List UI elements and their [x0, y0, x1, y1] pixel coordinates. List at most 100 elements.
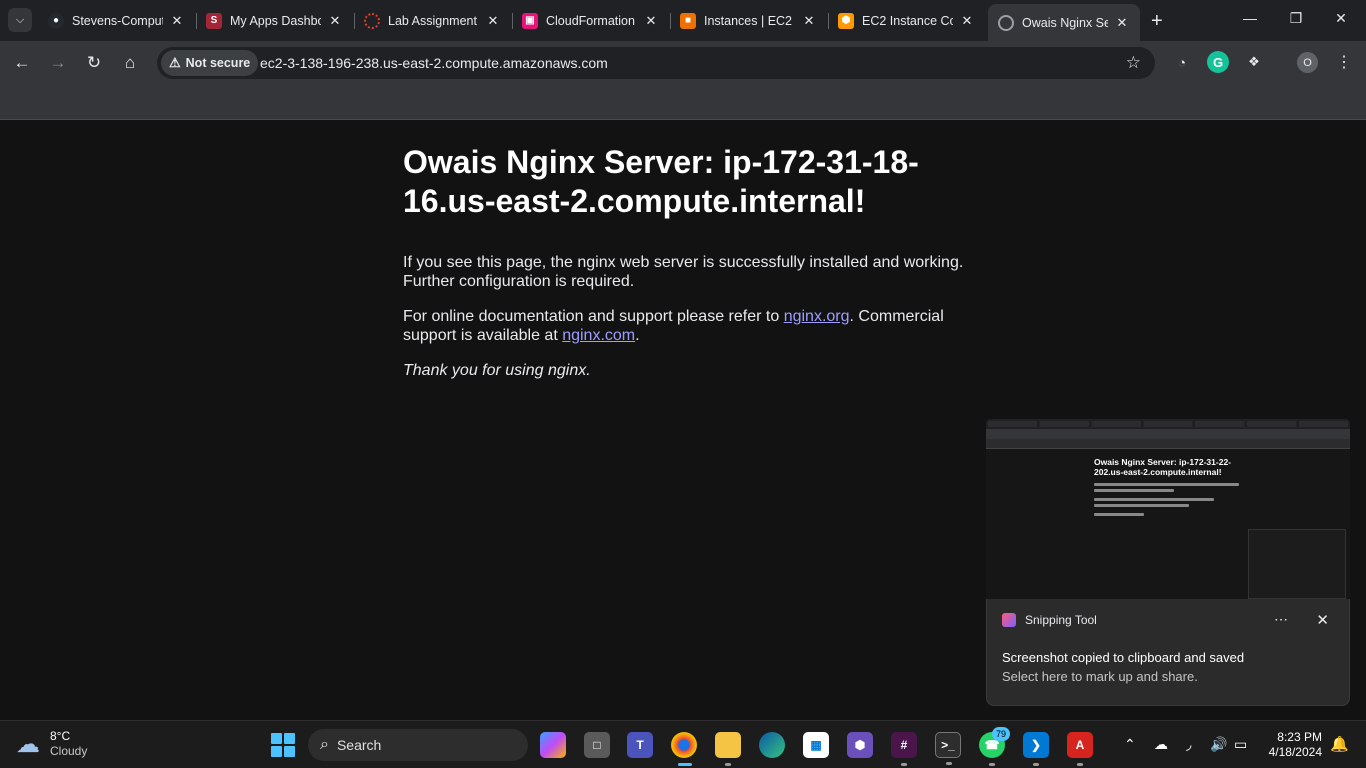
snipping-tool-toast[interactable]: Snipping Tool ⋯ ✕ Screenshot copied to c… — [986, 599, 1350, 706]
install-message: If you see this page, the nginx web serv… — [403, 254, 964, 290]
docs-text-suffix: . — [635, 327, 640, 344]
windows-start-icon[interactable] — [271, 733, 295, 757]
nginx-welcome: Owais Nginx Server: ip-172-31-18-16.us-e… — [403, 143, 973, 396]
tab-title: Stevens-Comput — [72, 13, 163, 28]
thanks-text: Thank you for using nginx. — [403, 362, 591, 379]
close-icon[interactable]: ✕ — [1114, 15, 1130, 31]
reload-button[interactable]: ↻ — [82, 51, 106, 75]
url-text[interactable]: ec2-3-138-196-238.us-east-2.compute.amaz… — [260, 55, 608, 71]
taskbar-search[interactable]: ⌕ Search — [308, 729, 528, 761]
task-view-icon[interactable]: □ — [584, 732, 610, 758]
github-icon: ● — [48, 12, 64, 29]
new-tab-button[interactable]: + — [1151, 10, 1163, 33]
preview-bookmarks — [986, 439, 1350, 449]
extensions-puzzle-icon[interactable]: ❖ — [1243, 51, 1265, 73]
tab-strip: ⌵ ● Stevens-Comput ✕ S My Apps Dashbo ✕ … — [0, 0, 1366, 41]
docs-text-prefix: For online documentation and support ple… — [403, 308, 784, 325]
preview-toolbar — [986, 429, 1350, 439]
battery-icon[interactable]: ▭ — [1234, 736, 1247, 753]
terminal-icon[interactable]: >_ — [935, 732, 961, 765]
window-close-button[interactable]: ✕ — [1331, 10, 1351, 27]
file-explorer-icon[interactable] — [715, 732, 741, 766]
wifi-icon[interactable]: ◞ — [1186, 736, 1191, 753]
nginx-com-link[interactable]: nginx.com — [562, 327, 635, 344]
docs-paragraph: For online documentation and support ple… — [403, 307, 973, 345]
onedrive-cloud-icon[interactable]: ☁ — [1154, 736, 1168, 753]
clock-time: 8:23 PM — [1277, 730, 1322, 744]
tab-ec2-instance-connect[interactable]: ⬢ EC2 Instance Co ✕ — [828, 4, 985, 37]
preview-line — [1094, 483, 1239, 486]
back-button[interactable]: ← — [10, 51, 34, 75]
browser-toolbar: ← → ↻ ⌂ ⚠ Not secure ec2-3-138-196-238.u… — [0, 41, 1366, 85]
menu-kebab-icon[interactable]: ⋮ — [1333, 51, 1355, 73]
toast-title: Screenshot copied to clipboard and saved — [1002, 650, 1245, 665]
teams-icon[interactable]: T — [627, 732, 653, 758]
preview-line — [1094, 489, 1174, 492]
more-options-icon[interactable]: ⋯ — [1274, 611, 1289, 628]
tab-title: EC2 Instance Co — [862, 13, 953, 28]
close-icon[interactable]: ✕ — [485, 13, 501, 29]
site-security-chip[interactable]: ⚠ Not secure — [161, 50, 259, 76]
grammarly-icon[interactable]: G — [1207, 51, 1229, 73]
ms-store-icon[interactable]: ▦ — [803, 732, 829, 758]
minimize-button[interactable]: — — [1240, 10, 1260, 26]
clock-date: 4/18/2024 — [1268, 745, 1322, 759]
close-icon[interactable]: ✕ — [1316, 611, 1329, 629]
volume-icon[interactable]: 🔊 — [1210, 736, 1227, 753]
security-label: Not secure — [185, 56, 251, 70]
tab-search-button[interactable]: ⌵ — [8, 8, 32, 32]
cloud-icon: ☁ — [16, 730, 40, 758]
toast-app-name: Snipping Tool — [1025, 613, 1097, 627]
tab-title: Instances | EC2 | — [704, 13, 795, 28]
page-heading: Owais Nginx Server: ip-172-31-18-16.us-e… — [403, 144, 919, 219]
tab-stevens[interactable]: ● Stevens-Comput ✕ — [38, 4, 195, 37]
app-hexagon-icon[interactable]: ⬢ — [847, 732, 873, 758]
forward-button[interactable]: → — [46, 51, 70, 75]
chrome-icon[interactable] — [671, 732, 697, 766]
ec2-icon: ■ — [680, 12, 696, 29]
close-icon[interactable]: ✕ — [801, 13, 817, 29]
toast-body: Select here to mark up and share. — [1002, 669, 1198, 684]
search-placeholder: Search — [336, 737, 382, 753]
reload-icon: ↻ — [86, 53, 102, 72]
tab-title: My Apps Dashbo — [230, 13, 321, 28]
tab-instances-ec2[interactable]: ■ Instances | EC2 | ✕ — [670, 4, 827, 37]
arrow-left-icon: ← — [13, 53, 31, 72]
snipping-tool-icon — [1002, 613, 1016, 627]
acrobat-icon[interactable]: A — [1067, 732, 1093, 766]
chevron-up-icon[interactable]: ⌃ — [1124, 736, 1136, 753]
canvas-icon — [364, 12, 380, 29]
copilot-icon[interactable] — [540, 732, 566, 758]
tab-owais-nginx[interactable]: Owais Nginx Ser ✕ — [988, 4, 1140, 41]
tab-my-apps[interactable]: S My Apps Dashbo ✕ — [196, 4, 353, 37]
toast-app-header: Snipping Tool — [1002, 613, 1097, 627]
close-icon[interactable]: ✕ — [327, 13, 343, 29]
restore-button[interactable]: ❐ — [1286, 10, 1306, 27]
tab-title: CloudFormation — [546, 13, 635, 28]
weather-temp: 8°C — [50, 729, 71, 743]
performance-icon[interactable]: ◔ — [1171, 51, 1193, 73]
weather-widget[interactable]: ☁ 8°C Cloudy — [16, 729, 87, 759]
edge-icon[interactable] — [759, 732, 785, 758]
snip-preview-image[interactable]: Owais Nginx Server: ip-172-31-22-202.us-… — [986, 419, 1350, 599]
tab-cloudformation[interactable]: ▣ CloudFormation ✕ — [512, 4, 669, 37]
close-icon[interactable]: ✕ — [643, 13, 659, 29]
bookmark-star-icon[interactable]: ☆ — [1126, 53, 1141, 73]
preview-line — [1094, 498, 1214, 501]
vscode-icon[interactable]: ❯ — [1023, 732, 1049, 766]
slack-icon[interactable]: # — [891, 732, 917, 766]
preview-line — [1094, 513, 1144, 516]
tab-lab-assignment[interactable]: Lab Assignment ✕ — [354, 4, 511, 37]
close-icon[interactable]: ✕ — [169, 13, 185, 29]
warning-icon: ⚠ — [169, 55, 181, 70]
nginx-org-link[interactable]: nginx.org — [784, 308, 850, 325]
weather-condition: Cloudy — [50, 744, 88, 758]
search-icon: ⌕ — [320, 736, 329, 753]
chevron-down-icon: ⌵ — [15, 13, 25, 26]
address-bar[interactable]: ⚠ Not secure ec2-3-138-196-238.us-east-2… — [157, 47, 1155, 79]
close-icon[interactable]: ✕ — [959, 13, 975, 29]
clock[interactable]: 8:23 PM 4/18/2024 — [1262, 730, 1322, 760]
home-button[interactable]: ⌂ — [118, 51, 142, 75]
profile-avatar[interactable]: O — [1297, 52, 1318, 73]
notification-bell-icon[interactable]: 🔔 — [1330, 735, 1349, 753]
